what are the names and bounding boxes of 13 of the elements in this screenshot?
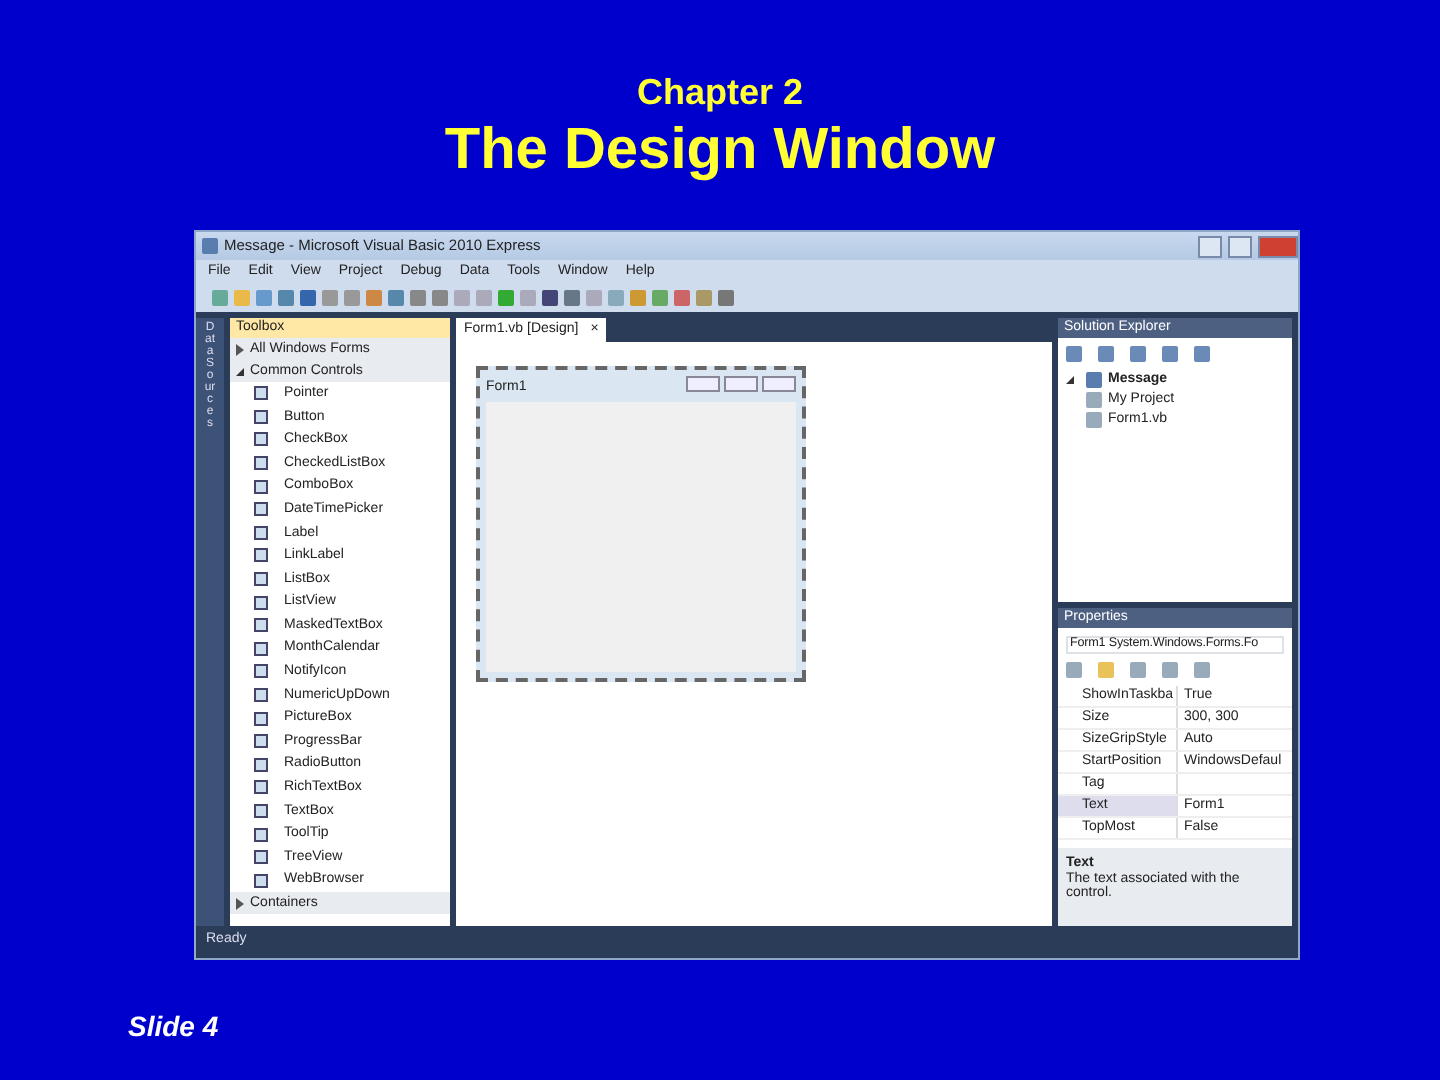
expander-icon[interactable] [236, 367, 244, 375]
maximize-button[interactable] [724, 376, 758, 393]
close-button[interactable] [762, 376, 796, 393]
minimize-button[interactable] [1198, 235, 1222, 257]
maximize-button[interactable] [1228, 235, 1252, 257]
expander-icon[interactable] [1066, 376, 1074, 384]
close-button[interactable] [1258, 235, 1298, 257]
expander-icon[interactable] [236, 897, 244, 910]
app-icon [202, 238, 218, 254]
slide-number: Slide 4 [128, 1008, 219, 1046]
slide-title: The Design Window [442, 116, 998, 186]
minimize-button[interactable] [686, 376, 720, 393]
chapter-heading: Chapter 2 [634, 70, 806, 114]
